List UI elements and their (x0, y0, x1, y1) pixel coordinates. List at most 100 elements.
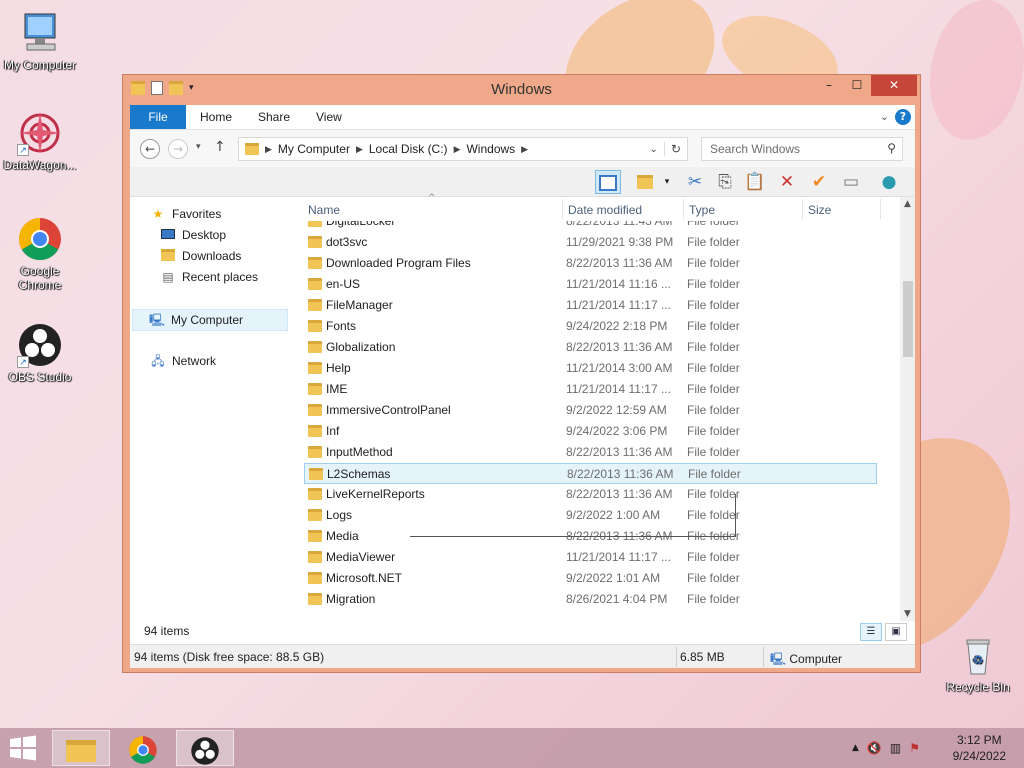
table-row[interactable]: ImmersiveControlPanel 9/2/2022 12:59 AM Fi… (304, 400, 877, 421)
table-row[interactable]: Globalization 8/22/2013 11:36 AM File fold… (304, 337, 877, 358)
file-name: Inf (326, 424, 340, 438)
wallpaper-petal (930, 0, 1024, 140)
scroll-down-icon[interactable]: ▼ (900, 609, 915, 619)
rename-icon[interactable]: ▭ (838, 170, 864, 194)
table-row[interactable]: Fonts 9/24/2022 2:18 PM File folder (304, 316, 877, 337)
file-type: File folder (687, 487, 740, 501)
file-date: 8/22/2013 11:43 AM (566, 221, 673, 228)
search-icon[interactable]: ⚲ (887, 141, 896, 155)
vertical-scrollbar[interactable]: ▲ ▼ (900, 197, 915, 621)
close-button[interactable]: ✕ (871, 75, 917, 96)
tab-home[interactable]: Home (186, 105, 246, 129)
help-button[interactable]: ? (895, 109, 911, 125)
chevron-down-icon[interactable]: ⌄ (644, 144, 664, 155)
show-hidden-icons-icon[interactable]: ▲ (852, 743, 859, 753)
table-row[interactable]: dot3svc 11/29/2021 9:38 PM File folder (304, 232, 877, 253)
column-header-date[interactable]: Date modified (568, 203, 642, 219)
table-row[interactable]: Help 11/21/2014 3:00 AM File folder (304, 358, 877, 379)
forward-button[interactable]: → (168, 139, 188, 159)
nav-desktop[interactable]: Desktop (160, 228, 226, 242)
back-button[interactable]: ← (140, 139, 160, 159)
system-tray: ▲ 🔇 ▥ ⚑ (852, 728, 920, 768)
desktop-icon-recycle-bin[interactable]: ♻ Recycle Bin (938, 632, 1018, 694)
nav-network[interactable]: 🖧 Network (150, 354, 216, 368)
ribbon-expand-icon[interactable]: ⌄ (880, 110, 889, 123)
file-name: Microsoft.NET (326, 571, 403, 585)
desktop-icon-chrome[interactable]: Google Chrome (0, 216, 80, 292)
action-center-icon[interactable]: ⚑ (909, 741, 920, 755)
table-row[interactable]: Microsoft.NET 9/2/2022 1:01 AM File folder (304, 568, 877, 589)
drag-line (735, 494, 736, 536)
volume-muted-icon[interactable]: 🔇 (867, 741, 882, 755)
column-header-size[interactable]: Size (808, 203, 831, 219)
tab-file[interactable]: File (130, 105, 186, 129)
column-divider[interactable] (802, 199, 803, 219)
table-row[interactable]: Migration 8/26/2021 4:04 PM File folder (304, 589, 877, 610)
column-header-name[interactable]: Name (308, 203, 340, 219)
chevron-right-icon[interactable]: ▶ (265, 144, 272, 155)
clock[interactable]: 3:12 PM 9/24/2022 (953, 732, 1006, 764)
title-bar[interactable]: ▾ Windows – ☐ ✕ (123, 75, 920, 105)
minimize-button[interactable]: – (815, 75, 843, 96)
taskbar-file-explorer[interactable] (52, 730, 110, 766)
breadcrumb-windows[interactable]: Windows (460, 142, 521, 156)
cut-icon[interactable]: ✂ (682, 170, 708, 194)
table-row[interactable]: DigitalLocker 8/22/2013 11:43 AM File fold… (304, 221, 877, 232)
column-divider[interactable] (683, 199, 684, 219)
network-status-icon[interactable]: ▥ (890, 741, 901, 755)
recent-locations-icon[interactable]: ▾ (196, 142, 201, 152)
status-disk-space: 94 items (Disk free space: 88.5 GB) (134, 650, 325, 664)
taskbar-chrome[interactable] (114, 730, 172, 766)
address-bar[interactable]: ▶ My Computer ▶ Local Disk (C:) ▶ Window… (238, 137, 688, 161)
nav-recent-places[interactable]: ▤ Recent places (160, 270, 258, 284)
up-arrow-icon[interactable]: ↑ (214, 139, 226, 155)
globe-icon[interactable]: ● (876, 170, 902, 194)
desktop-icon-my-computer[interactable]: My Computer (0, 10, 80, 72)
table-row[interactable]: en-US 11/21/2014 11:16 ... File folder (304, 274, 877, 295)
start-button[interactable] (8, 735, 38, 761)
address-row: ← → ▾ ↑ ▶ My Computer ▶ Local Disk (C:) … (130, 129, 915, 167)
file-date: 8/22/2013 11:36 AM (566, 256, 673, 270)
paste-icon[interactable]: 📋 (742, 170, 768, 194)
table-row[interactable]: Logs 9/2/2022 1:00 AM File folder (304, 505, 877, 526)
column-divider[interactable] (562, 199, 563, 219)
status-location: 🖳 Computer (770, 650, 842, 671)
desktop-icon-obs[interactable]: ↗ OBS Studio (0, 322, 80, 384)
large-icons-view-icon[interactable]: ▣ (885, 623, 907, 641)
chevron-right-icon[interactable]: ▶ (521, 144, 528, 155)
chevron-right-icon[interactable]: ▶ (356, 144, 363, 155)
details-view-icon[interactable]: ☰ (860, 623, 882, 641)
dropdown-icon[interactable]: ▾ (654, 170, 680, 194)
check-icon[interactable]: ✔ (806, 170, 832, 194)
folder-icon (308, 509, 322, 521)
nav-downloads[interactable]: Downloads (160, 249, 241, 263)
nav-favorites[interactable]: ★ Favorites (150, 207, 222, 221)
search-input[interactable]: Search Windows ⚲ (701, 137, 903, 161)
table-row[interactable]: FileManager 11/21/2014 11:17 ... File fold… (304, 295, 877, 316)
preview-pane-icon[interactable] (595, 170, 621, 194)
table-row[interactable]: L2Schemas 8/22/2013 11:36 AM File folder (304, 463, 877, 484)
column-divider[interactable] (880, 199, 881, 219)
breadcrumb-my-computer[interactable]: My Computer (272, 142, 356, 156)
breadcrumb-local-disk[interactable]: Local Disk (C:) (363, 142, 454, 156)
chevron-right-icon[interactable]: ▶ (454, 144, 461, 155)
scrollbar-thumb[interactable] (903, 281, 913, 357)
maximize-button[interactable]: ☐ (843, 75, 871, 96)
table-row[interactable]: MediaViewer 11/21/2014 11:17 ... File fold… (304, 547, 877, 568)
table-row[interactable]: Downloaded Program Files 8/22/2013 11:36 … (304, 253, 877, 274)
table-row[interactable]: InputMethod 8/22/2013 11:36 AM File folder (304, 442, 877, 463)
copy-icon[interactable]: ⎘ (712, 170, 738, 194)
table-row[interactable]: Inf 9/24/2022 3:06 PM File folder (304, 421, 877, 442)
file-type: File folder (687, 592, 740, 606)
nav-my-computer[interactable]: 🖳 My Computer (132, 309, 288, 331)
column-header-type[interactable]: Type (689, 203, 715, 219)
refresh-icon[interactable]: ↻ (663, 142, 687, 156)
tab-view[interactable]: View (302, 105, 356, 129)
tab-share[interactable]: Share (244, 105, 304, 129)
delete-icon[interactable]: ✕ (774, 170, 800, 194)
taskbar-obs[interactable] (176, 730, 234, 766)
table-row[interactable]: IME 11/21/2014 11:17 ... File folder (304, 379, 877, 400)
scroll-up-icon[interactable]: ▲ (900, 199, 915, 209)
table-row[interactable]: LiveKernelReports 8/22/2013 11:36 AM File … (304, 484, 877, 505)
desktop-icon-datawagon[interactable]: ↗ DataWagon... (0, 110, 80, 172)
